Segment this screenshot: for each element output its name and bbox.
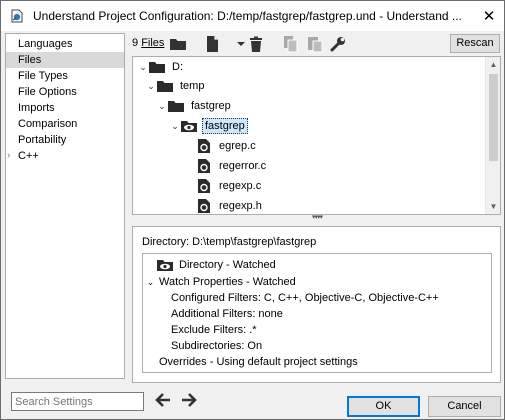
sidebar-item-label: Languages	[18, 38, 73, 50]
overrides-row: Overrides - Using default project settin…	[159, 354, 358, 370]
rescan-button[interactable]: Rescan	[450, 34, 500, 53]
settings-category-list: Languages Files File Types File Options …	[5, 33, 125, 379]
scroll-up-icon[interactable]: ▲	[486, 57, 500, 72]
scrollbar-thumb[interactable]	[489, 74, 498, 161]
sidebar-item-cpp[interactable]: › C++	[6, 148, 124, 164]
arrow-right-icon[interactable]	[180, 391, 198, 409]
sidebar-item-label: Imports	[18, 102, 55, 114]
tree-row-file[interactable]: regexp.h	[196, 196, 264, 214]
c-file-icon	[198, 179, 210, 193]
scroll-down-icon[interactable]: ▼	[486, 199, 500, 214]
sidebar-item-label: C++	[18, 150, 39, 162]
tree-row-file[interactable]: regexp.c	[196, 176, 263, 196]
add-file-icon[interactable]	[203, 35, 221, 53]
sidebar-item-label: File Types	[18, 70, 68, 82]
exclude-filters: Exclude Filters: .*	[171, 324, 257, 336]
arrow-left-icon[interactable]	[154, 391, 172, 409]
tree-row-label: D:	[172, 61, 183, 73]
sidebar-item-label: Portability	[18, 134, 67, 146]
tree-row-label: regerror.c	[219, 160, 267, 172]
tree-row-fastgrep-watched[interactable]: ⌄ fastgrep	[169, 116, 248, 136]
delete-icon[interactable]	[247, 35, 265, 53]
tree-row-label: temp	[180, 80, 205, 92]
files-count-number: 9	[132, 37, 139, 49]
folder-icon	[149, 62, 165, 73]
tree-row-label: fastgrep	[202, 118, 248, 134]
watch-properties-row[interactable]: ⌄ Watch Properties - Watched	[145, 274, 296, 290]
project-configuration-window: Understand Project Configuration: D:/tem…	[0, 0, 505, 420]
chevron-down-icon[interactable]: ⌄	[169, 116, 181, 136]
watch-properties-label: Watch Properties - Watched	[159, 276, 296, 288]
configured-filters-row: Configured Filters: C, C++, Objective-C,…	[171, 290, 439, 306]
sidebar-item-comparison[interactable]: Comparison	[6, 116, 124, 132]
sidebar-item-file-types[interactable]: File Types	[6, 68, 124, 84]
subdirectories-row: Subdirectories: On	[171, 338, 262, 354]
directory-status: Directory - Watched	[179, 259, 276, 271]
subdirectories: Subdirectories: On	[171, 340, 263, 352]
folder-icon	[168, 101, 184, 112]
exclude-filters-row: Exclude Filters: .*	[171, 322, 257, 338]
chevron-right-icon[interactable]: ›	[7, 148, 10, 164]
tree-row-label: egrep.c	[219, 140, 256, 152]
configured-filters: Configured Filters: C, C++, Objective-C,…	[171, 292, 439, 304]
sidebar-item-imports[interactable]: Imports	[6, 100, 124, 116]
cancel-button[interactable]: Cancel	[428, 396, 501, 417]
cancel-label: Cancel	[447, 400, 482, 412]
h-file-icon	[198, 199, 210, 213]
watched-folder-icon	[181, 121, 197, 132]
tree-row-file[interactable]: egrep.c	[196, 136, 258, 156]
chevron-down-icon[interactable]: ⌄	[145, 274, 156, 290]
directory-status-row: Directory - Watched	[157, 257, 276, 273]
c-file-icon	[198, 159, 210, 173]
window-title: Understand Project Configuration: D:/tem…	[33, 9, 462, 23]
files-count-word: Files	[141, 37, 165, 49]
add-folder-icon[interactable]	[169, 35, 187, 53]
files-count-label: 9 Files	[132, 37, 164, 49]
sidebar-item-portability[interactable]: Portability	[6, 132, 124, 148]
folder-icon	[157, 81, 173, 92]
chevron-down-icon[interactable]: ⌄	[156, 96, 168, 116]
ok-label: OK	[375, 400, 392, 412]
close-icon: ✕	[482, 8, 496, 25]
watched-folder-icon	[157, 260, 173, 271]
search-settings-input[interactable]	[11, 392, 144, 411]
title-bar: Understand Project Configuration: D:/tem…	[1, 1, 504, 31]
wrench-icon[interactable]	[329, 35, 347, 53]
tree-row-drive[interactable]: ⌄ D:	[137, 57, 185, 77]
tree-row-label: regexp.c	[219, 180, 262, 192]
splitter-handle[interactable]: ▾▾▾▾	[305, 214, 329, 221]
understand-app-icon	[11, 9, 23, 23]
watch-properties-tree: Directory - Watched ⌄ Watch Properties -…	[142, 253, 492, 373]
rescan-label: Rescan	[456, 37, 494, 49]
sidebar-item-languages[interactable]: Languages	[6, 36, 124, 52]
additional-filters-row: Additional Filters: none	[171, 306, 283, 322]
sidebar-item-label: Files	[18, 54, 42, 66]
sidebar-item-files[interactable]: Files	[6, 52, 124, 68]
chevron-down-icon[interactable]: ⌄	[145, 76, 157, 96]
sidebar-item-label: File Options	[18, 86, 77, 98]
sidebar-item-file-options[interactable]: File Options	[6, 84, 124, 100]
tree-row-fastgrep-parent[interactable]: ⌄ fastgrep	[156, 96, 233, 116]
files-toolbar: 9 Files Rescan	[129, 33, 502, 55]
c-file-icon	[198, 139, 210, 153]
ok-button[interactable]: OK	[347, 396, 420, 417]
chevron-down-icon[interactable]: ⌄	[137, 57, 149, 77]
tree-row-temp[interactable]: ⌄ temp	[145, 76, 206, 96]
tree-row-label: fastgrep	[191, 100, 231, 112]
directory-details-panel: Directory: D:\temp\fastgrep\fastgrep Dir…	[132, 226, 501, 383]
tree-row-label: regexp.h	[219, 200, 262, 212]
file-tree[interactable]: ⌄ D: ⌄ temp ⌄ fastgrep ⌄ fastgrep egrep.…	[132, 56, 501, 215]
paste-icon[interactable]	[306, 35, 324, 53]
close-button[interactable]: ✕	[474, 1, 504, 31]
sidebar-item-label: Comparison	[18, 118, 78, 130]
additional-filters: Additional Filters: none	[171, 308, 283, 320]
copy-icon[interactable]	[282, 35, 300, 53]
directory-path: Directory: D:\temp\fastgrep\fastgrep	[142, 236, 317, 248]
tree-row-file[interactable]: regerror.c	[196, 156, 268, 176]
tree-scrollbar[interactable]: ▲ ▼	[485, 57, 500, 214]
overrides: Overrides - Using default project settin…	[159, 356, 358, 368]
